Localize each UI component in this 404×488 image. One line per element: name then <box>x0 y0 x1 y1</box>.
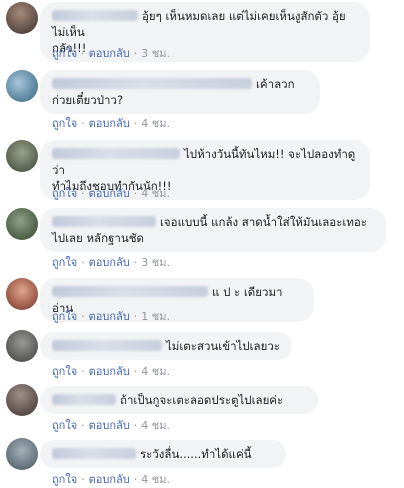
like-link[interactable]: ถูกใจ <box>52 256 77 269</box>
separator: · <box>81 310 85 323</box>
comment-text: เค้าลวก <box>256 77 295 91</box>
comment-actions: ถูกใจ · ตอบกลับ · 4 ชม. <box>52 470 170 488</box>
comment-bubble: ถ้าเป็นกูจะเตะลอดประตูไปเลยค่ะ <box>40 386 318 414</box>
timestamp[interactable]: 4 ชม. <box>141 187 170 200</box>
avatar[interactable] <box>6 70 38 102</box>
separator: · <box>81 256 85 269</box>
like-link[interactable]: ถูกใจ <box>52 47 77 60</box>
separator: · <box>133 117 138 130</box>
separator: · <box>81 47 85 60</box>
comment-text: ไม่เตะสวนเข้าไปเลยวะ <box>166 339 280 353</box>
separator: · <box>133 473 138 486</box>
like-link[interactable]: ถูกใจ <box>52 117 77 130</box>
comment-text: เจอแบบนี้ แกล้ง สาดน้ำใส่ให้มันเลอะเทอะ <box>160 215 367 229</box>
timestamp[interactable]: 1 ชม. <box>141 310 170 323</box>
separator: · <box>133 365 138 378</box>
separator: · <box>133 47 138 60</box>
avatar[interactable] <box>6 278 38 310</box>
separator: · <box>81 419 85 432</box>
comment-bubble: เจอแบบนี้ แกล้ง สาดน้ำใส่ให้มันเลอะเทอะ … <box>40 208 386 252</box>
separator: · <box>81 117 85 130</box>
commenter-name-blurred[interactable] <box>52 78 252 89</box>
commenter-name-blurred[interactable] <box>52 340 162 351</box>
timestamp[interactable]: 3 ชม. <box>141 256 170 269</box>
comment-bubble: ไม่เตะสวนเข้าไปเลยวะ <box>40 332 292 360</box>
comment-actions: ถูกใจ · ตอบกลับ · 4 ชม. <box>52 184 170 202</box>
commenter-name-blurred[interactable] <box>52 448 136 459</box>
comment-actions: ถูกใจ · ตอบกลับ · 4 ชม. <box>52 362 170 380</box>
reply-link[interactable]: ตอบกลับ <box>89 419 130 432</box>
separator: · <box>133 256 138 269</box>
separator: · <box>133 310 138 323</box>
avatar[interactable] <box>6 438 38 470</box>
reply-link[interactable]: ตอบกลับ <box>89 187 130 200</box>
timestamp[interactable]: 3 ชม. <box>141 47 170 60</box>
commenter-name-blurred[interactable] <box>52 148 180 159</box>
timestamp[interactable]: 4 ชม. <box>141 117 170 130</box>
comment-bubble: เค้าลวก ก่วยเตี๋ยวป่าว? <box>40 70 320 114</box>
comment-actions: ถูกใจ · ตอบกลับ · 4 ชม. <box>52 416 170 434</box>
avatar[interactable] <box>6 330 38 362</box>
timestamp[interactable]: 4 ชม. <box>141 365 170 378</box>
like-link[interactable]: ถูกใจ <box>52 187 77 200</box>
separator: · <box>133 187 138 200</box>
separator: · <box>81 365 85 378</box>
like-link[interactable]: ถูกใจ <box>52 310 77 323</box>
avatar[interactable] <box>6 208 38 240</box>
like-link[interactable]: ถูกใจ <box>52 365 77 378</box>
reply-link[interactable]: ตอบกลับ <box>89 365 130 378</box>
avatar[interactable] <box>6 140 38 172</box>
timestamp[interactable]: 4 ชม. <box>141 473 170 486</box>
separator: · <box>81 473 85 486</box>
commenter-name-blurred[interactable] <box>52 216 156 227</box>
comment-actions: ถูกใจ · ตอบกลับ · 4 ชม. <box>52 114 170 132</box>
comment-text-line2: ก่วยเตี๋ยวป่าว? <box>52 93 124 107</box>
comment-text: ถ้าเป็นกูจะเตะลอดประตูไปเลยค่ะ <box>120 393 284 407</box>
comment-actions: ถูกใจ · ตอบกลับ · 1 ชม. <box>52 307 170 325</box>
commenter-name-blurred[interactable] <box>52 10 138 21</box>
reply-link[interactable]: ตอบกลับ <box>89 117 130 130</box>
like-link[interactable]: ถูกใจ <box>52 473 77 486</box>
comment-bubble: ระวังลื่น......ทำได้แค่นี้ <box>40 440 286 468</box>
comment-text: ระวังลื่น......ทำได้แค่นี้ <box>140 447 252 461</box>
commenter-name-blurred[interactable] <box>52 394 116 405</box>
reply-link[interactable]: ตอบกลับ <box>89 47 130 60</box>
commenter-name-blurred[interactable] <box>52 286 208 297</box>
comment-actions: ถูกใจ · ตอบกลับ · 3 ชม. <box>52 253 170 271</box>
comment-text-line2: ไปเลย หลักฐานชัด <box>52 231 144 245</box>
comment-actions: ถูกใจ · ตอบกลับ · 3 ชม. <box>52 44 170 62</box>
reply-link[interactable]: ตอบกลับ <box>89 473 130 486</box>
avatar[interactable] <box>6 384 38 416</box>
separator: · <box>81 187 85 200</box>
separator: · <box>133 419 138 432</box>
reply-link[interactable]: ตอบกลับ <box>89 256 130 269</box>
like-link[interactable]: ถูกใจ <box>52 419 77 432</box>
timestamp[interactable]: 4 ชม. <box>141 419 170 432</box>
reply-link[interactable]: ตอบกลับ <box>89 310 130 323</box>
avatar[interactable] <box>6 2 38 34</box>
